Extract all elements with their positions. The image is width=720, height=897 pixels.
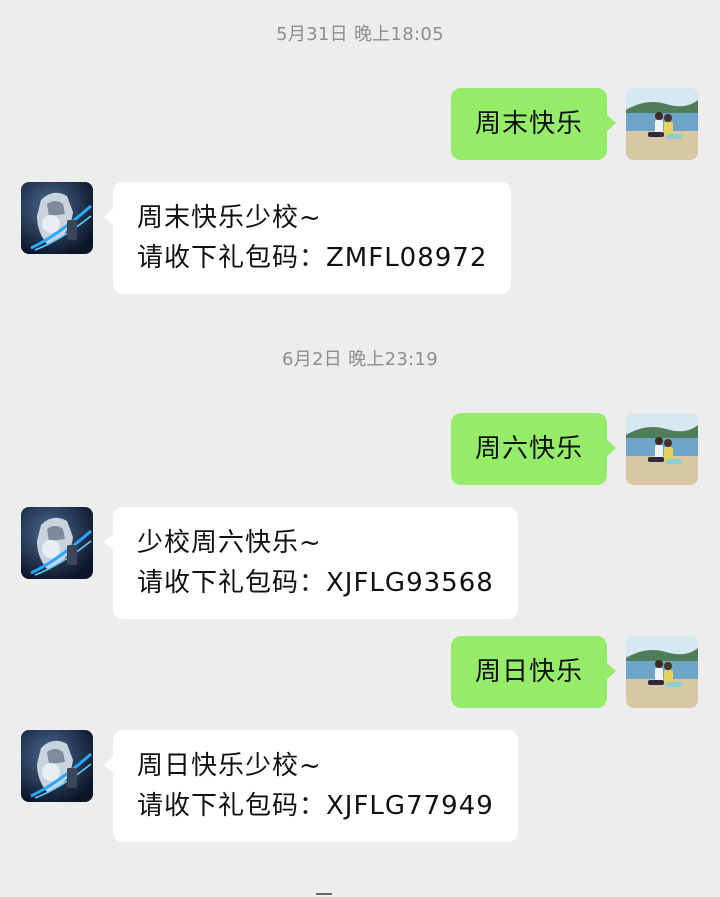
bot-avatar[interactable] [21,730,93,802]
bot-avatar[interactable] [21,507,93,579]
message-text: 周日快乐 [474,657,583,687]
message-text-line: 周日快乐少校~ [137,751,322,781]
outgoing-message[interactable]: 周末快乐 [450,88,617,160]
scroll-indicator [316,893,332,895]
user-avatar[interactable] [626,88,698,160]
gift-code-text: 请收下礼包码：ZMFL08972 [137,243,488,273]
message-text: 周末快乐 [474,109,583,139]
outgoing-message[interactable]: 周六快乐 [450,413,617,485]
outgoing-message[interactable]: 周日快乐 [450,636,617,708]
armored-robot-avatar-icon [21,730,93,802]
timestamp: 6月2日 晚上23:19 [281,349,439,370]
gift-code-text: 请收下礼包码：XJFLG77949 [137,791,494,821]
message-text: 周六快乐 [474,434,583,464]
incoming-message[interactable]: 周末快乐少校~ 请收下礼包码：ZMFL08972 [103,182,512,294]
user-avatar[interactable] [626,413,698,485]
beach-couple-photo-avatar-icon [626,413,698,485]
incoming-message[interactable]: 周日快乐少校~ 请收下礼包码：XJFLG77949 [104,730,518,842]
bot-avatar[interactable] [21,182,93,254]
user-avatar[interactable] [626,636,698,708]
incoming-message[interactable]: 少校周六快乐~ 请收下礼包码：XJFLG93568 [104,507,518,619]
beach-couple-photo-avatar-icon [626,636,698,708]
message-text-line: 少校周六快乐~ [137,528,322,558]
armored-robot-avatar-icon [21,507,93,579]
message-text-line: 周末快乐少校~ [137,203,322,233]
armored-robot-avatar-icon [21,182,93,254]
gift-code-text: 请收下礼包码：XJFLG93568 [137,568,494,598]
timestamp: 5月31日 晚上18:05 [276,24,444,45]
beach-couple-photo-avatar-icon [626,88,698,160]
